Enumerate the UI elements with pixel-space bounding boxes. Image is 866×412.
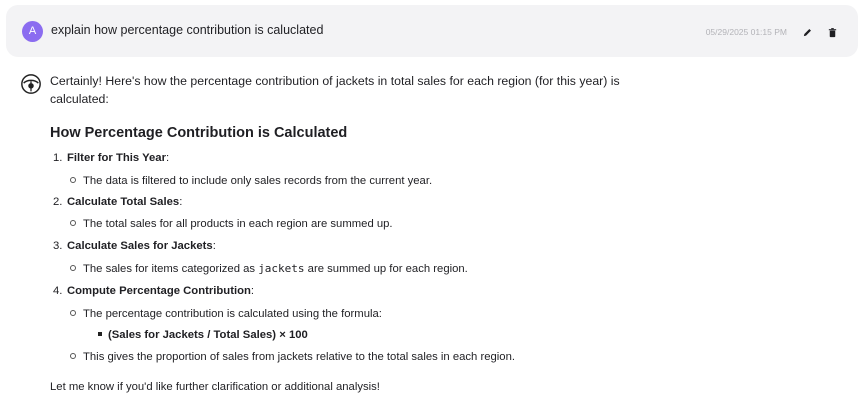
message-timestamp: 05/29/2025 01:15 PM	[705, 27, 787, 37]
closing-text: Let me know if you'd like further clarif…	[50, 381, 380, 393]
assistant-logo-icon	[21, 74, 41, 94]
delete-button[interactable]	[824, 24, 841, 41]
answer-heading: How Percentage Contribution is Calculate…	[50, 125, 348, 141]
list-item: The data is filtered to include only sal…	[70, 172, 432, 190]
list-item: This gives the proportion of sales from …	[70, 348, 515, 366]
pencil-icon	[803, 29, 811, 37]
inline-code: jackets	[258, 262, 305, 275]
list-item: The total sales for all products in each…	[70, 215, 393, 233]
assistant-intro: Certainly! Here's how the percentage con…	[50, 74, 620, 106]
step-2: 2. Calculate Total Sales:	[53, 196, 183, 208]
trash-icon	[828, 28, 837, 38]
edit-button[interactable]	[799, 24, 816, 41]
assistant-message: Certainly! Here's how the percentage con…	[50, 72, 630, 393]
list-item: The percentage contribution is calculate…	[70, 305, 382, 323]
user-message: A explain how percentage contribution is…	[6, 5, 858, 57]
step-1: 1. Filter for This Year:	[53, 152, 170, 164]
list-item: The sales for items categorized as jacke…	[70, 260, 468, 278]
step-3: 3. Calculate Sales for Jackets:	[53, 240, 216, 252]
formula-item: (Sales for Jackets / Total Sales) × 100	[98, 326, 308, 344]
step-4: 4. Compute Percentage Contribution:	[53, 285, 255, 297]
user-message-text: explain how percentage contribution is c…	[51, 23, 324, 37]
user-avatar: A	[22, 21, 43, 42]
